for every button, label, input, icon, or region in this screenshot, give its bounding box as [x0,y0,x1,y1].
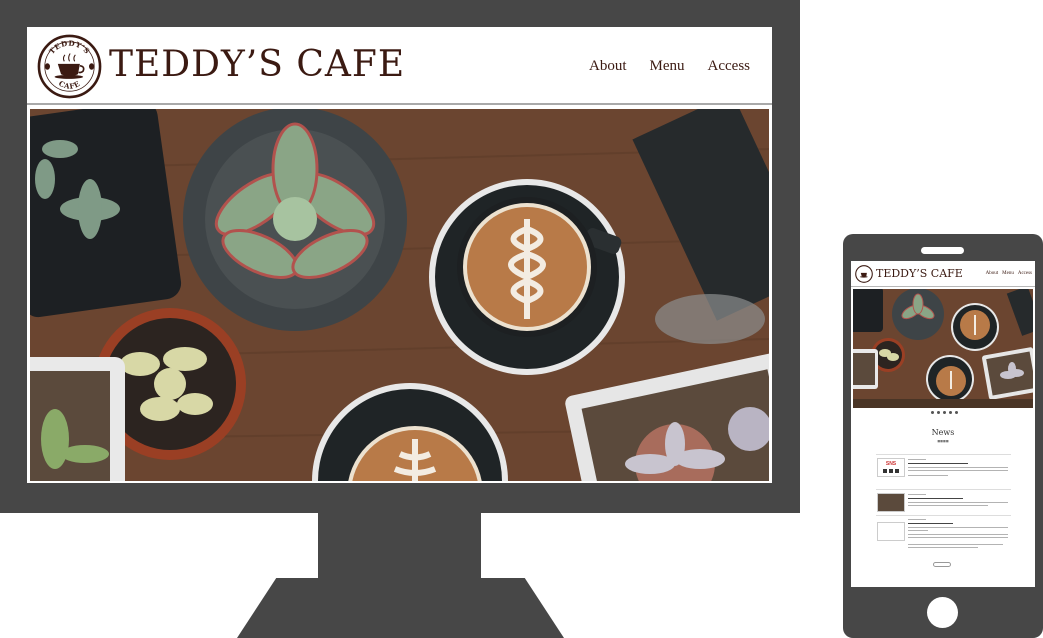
news-heading: News [931,428,955,437]
news-item[interactable] [876,515,1011,559]
more-button[interactable] [933,562,951,567]
news-thumbnail [877,522,905,541]
nav-menu-link[interactable]: Menu [650,58,685,75]
monitor-neck [318,511,481,579]
desktop-screen: TEDDY'S CAFE TEDDY’S CAFE About Menu Acc… [27,27,772,483]
mobile-nav-access[interactable]: Access [1018,271,1032,276]
mobile-hero-image [853,289,1033,408]
carousel-dots[interactable] [931,411,958,414]
news-thumbnail: SNS [877,458,905,477]
news-subheading: ■■■■ [937,439,949,443]
site-title[interactable]: TEDDY’S CAFE [109,44,405,85]
mobile-nav-menu[interactable]: Menu [1002,271,1014,276]
site-header: TEDDY'S CAFE TEDDY’S CAFE About Menu Acc… [27,27,772,105]
nav-about-link[interactable]: About [589,58,627,75]
news-thumbnail [877,493,905,512]
mobile-site-title[interactable]: TEDDY’S CAFE [876,267,963,280]
nav-access-link[interactable]: Access [708,58,750,75]
sns-label: SNS [885,461,897,467]
cafe-logo-icon[interactable]: TEDDY'S CAFE [37,34,102,99]
mockup-stage: TEDDY'S CAFE TEDDY’S CAFE About Menu Acc… [0,0,1043,638]
mobile-nav: About Menu Access [986,271,1032,276]
mobile-logo-icon[interactable] [855,265,873,283]
phone-speaker [921,247,964,254]
news-item[interactable] [876,489,1011,513]
mobile-screen: TEDDY’S CAFE About Menu Access News ■■■■… [851,261,1035,587]
mobile-nav-about[interactable]: About [986,271,999,276]
news-item[interactable]: SNS [876,454,1011,478]
monitor-base [237,578,564,638]
hero-image [30,109,769,481]
main-nav: About Menu Access [589,58,750,75]
mobile-header: TEDDY’S CAFE About Menu Access [851,261,1035,287]
phone-home-button[interactable] [927,597,958,628]
